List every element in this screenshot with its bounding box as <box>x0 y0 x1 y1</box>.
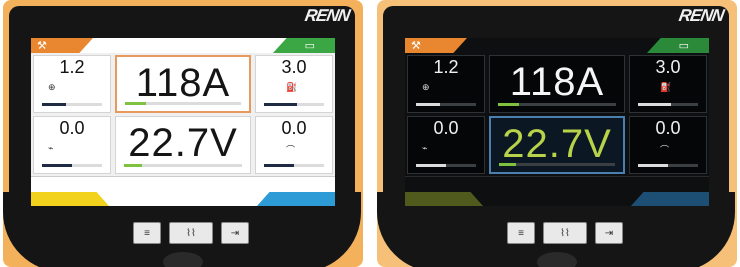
voltage-value: 22.7V <box>128 121 238 165</box>
trim-cell[interactable]: 0.0 ⌒ <box>255 116 333 174</box>
inductance-value: 3.0 <box>281 57 307 77</box>
wire-feed-icon: ⊕ <box>422 82 430 92</box>
trim-value: 0.0 <box>655 118 681 138</box>
memory-icon: ▭ <box>678 40 689 52</box>
footer-bar <box>31 186 335 206</box>
trim-cell[interactable]: 0.0 ⌒ <box>629 116 707 174</box>
current-bar <box>498 103 616 106</box>
footer-bar <box>405 186 709 206</box>
dynamics-icon: ⌒ <box>286 145 296 155</box>
memory-icon: ▭ <box>304 40 315 52</box>
voltage-value: 22.7V <box>502 122 612 166</box>
brand-logo: RENN <box>677 6 725 25</box>
wire-speed-bar <box>42 103 102 106</box>
trim-bar <box>264 164 324 167</box>
menu-button[interactable]: ≡ <box>507 222 535 244</box>
arc-icon: ⌁ <box>48 143 54 153</box>
display-screen: ⚒ ▭ 1.2 ⊕ 118A 3.0 ⛽ 0.0 ⌁ 22.7V 0.0 ⌒ <box>405 38 709 206</box>
softkey-left[interactable] <box>405 192 483 206</box>
inductance-bar <box>264 103 324 106</box>
softkey-right[interactable] <box>257 192 335 206</box>
arc-length-value: 0.0 <box>59 118 85 138</box>
voltage-cell[interactable]: 22.7V <box>489 116 625 174</box>
arc-icon: ⌁ <box>422 143 428 153</box>
memory-tab[interactable]: ▭ <box>647 38 709 53</box>
voltage-bar <box>499 163 615 166</box>
inductance-bar <box>638 103 698 106</box>
welding-torch-icon: ⚒ <box>411 40 421 52</box>
memory-tab[interactable]: ▭ <box>273 38 335 53</box>
back-button[interactable]: ⇥ <box>595 222 623 244</box>
mode-tab[interactable]: ⚒ <box>31 38 93 53</box>
inductance-value: 3.0 <box>655 57 681 77</box>
arc-length-bar <box>416 164 476 167</box>
arc-length-cell[interactable]: 0.0 ⌁ <box>407 116 485 174</box>
current-value: 118A <box>509 60 605 104</box>
display-screen: ⚒ ▭ 1.2 ⊕ 118A 3.0 ⛽ 0.0 ⌁ 22.7V 0.0 ⌒ <box>31 38 335 206</box>
welder-panel-light: RENN ⚒ ▭ 1.2 ⊕ 118A 3.0 ⛽ 0.0 ⌁ 22.7V 0.… <box>3 0 363 267</box>
top-bar: ⚒ ▭ <box>31 38 335 53</box>
gas-icon: ⛽ <box>286 82 298 92</box>
wire-speed-cell[interactable]: 1.2 ⊕ <box>407 55 485 113</box>
dynamics-icon: ⌒ <box>660 145 670 155</box>
current-value: 118A <box>135 61 231 105</box>
softkey-left[interactable] <box>31 192 109 206</box>
current-cell[interactable]: 118A <box>489 55 625 113</box>
voltage-cell[interactable]: 22.7V <box>115 116 251 174</box>
wire-speed-cell[interactable]: 1.2 ⊕ <box>33 55 111 113</box>
inductance-cell[interactable]: 3.0 ⛽ <box>255 55 333 113</box>
softkey-right[interactable] <box>631 192 709 206</box>
arc-length-bar <box>42 164 102 167</box>
trim-value: 0.0 <box>281 118 307 138</box>
hardware-buttons: ≡ ⌇⌇ ⇥ <box>507 222 629 246</box>
arc-length-value: 0.0 <box>433 118 459 138</box>
welding-torch-icon: ⚒ <box>37 40 47 52</box>
encoder-button[interactable]: ⌇⌇ <box>169 222 213 244</box>
trim-bar <box>638 164 698 167</box>
brand-logo: RENN <box>303 6 351 25</box>
wire-feed-icon: ⊕ <box>48 82 56 92</box>
mode-tab[interactable]: ⚒ <box>405 38 467 53</box>
encoder-button[interactable]: ⌇⌇ <box>543 222 587 244</box>
control-knob[interactable] <box>537 252 577 267</box>
wire-speed-value: 1.2 <box>433 57 459 77</box>
wire-speed-value: 1.2 <box>59 57 85 77</box>
stage: RENN ⚒ ▭ 1.2 ⊕ 118A 3.0 ⛽ 0.0 ⌁ 22.7V 0.… <box>0 0 740 267</box>
arc-length-cell[interactable]: 0.0 ⌁ <box>33 116 111 174</box>
welder-panel-dark: RENN ⚒ ▭ 1.2 ⊕ 118A 3.0 ⛽ 0.0 ⌁ 22.7V 0.… <box>377 0 737 267</box>
current-bar <box>125 102 241 105</box>
top-bar: ⚒ ▭ <box>405 38 709 53</box>
menu-button[interactable]: ≡ <box>133 222 161 244</box>
control-knob[interactable] <box>163 252 203 267</box>
inductance-cell[interactable]: 3.0 ⛽ <box>629 55 707 113</box>
current-cell[interactable]: 118A <box>115 55 251 113</box>
gas-icon: ⛽ <box>660 82 672 92</box>
voltage-bar <box>124 164 242 167</box>
wire-speed-bar <box>416 103 476 106</box>
hardware-buttons: ≡ ⌇⌇ ⇥ <box>133 222 255 246</box>
back-button[interactable]: ⇥ <box>221 222 249 244</box>
